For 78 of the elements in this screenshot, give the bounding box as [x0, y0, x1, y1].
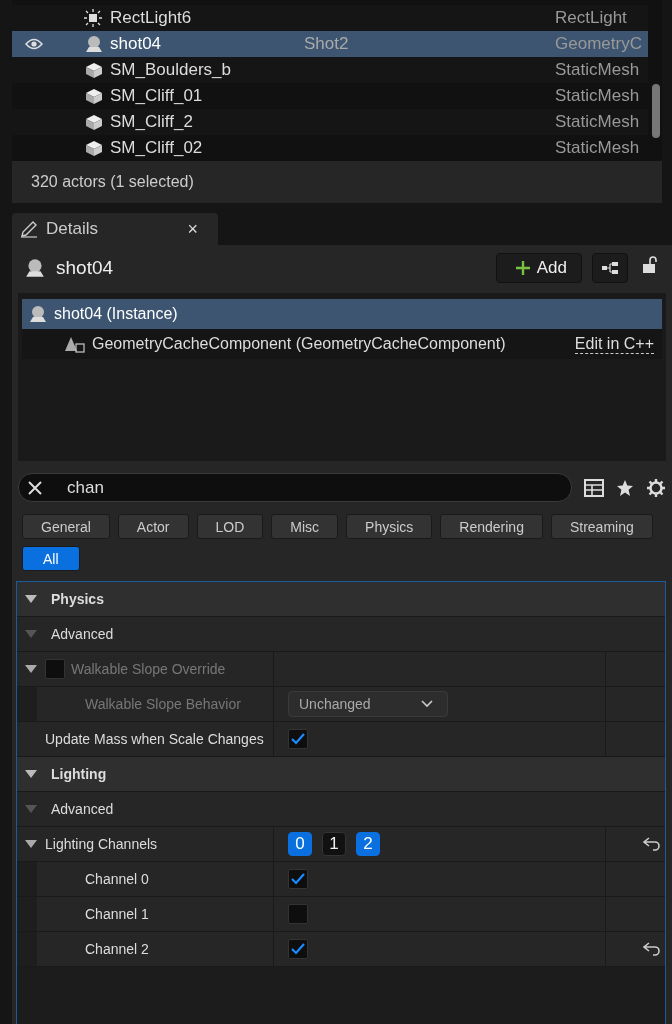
scrollbar-thumb[interactable] — [652, 84, 660, 138]
section-header[interactable]: Advanced — [51, 801, 114, 817]
add-button[interactable]: Add — [495, 253, 582, 283]
property-label: Walkable Slope Override — [71, 661, 226, 677]
checkbox[interactable] — [288, 904, 308, 924]
cube-icon — [84, 61, 104, 79]
property-label: Lighting Channels — [45, 836, 158, 852]
unlock-icon[interactable] — [642, 256, 658, 274]
outliner-row[interactable]: RectLight6 RectLight — [12, 5, 648, 31]
close-button[interactable]: × — [187, 218, 198, 240]
checkbox[interactable] — [288, 729, 308, 749]
actor-name: SM_Cliff_02 — [110, 138, 204, 158]
filter-button[interactable]: Physics — [346, 514, 433, 539]
cube-icon — [84, 139, 104, 157]
channel-toggle[interactable]: 1 — [322, 832, 346, 856]
hierarchy-button[interactable] — [592, 253, 628, 283]
actor-name: SM_Boulders_b — [110, 60, 232, 80]
actor-type: GeometryC — [555, 34, 643, 54]
settings-icon[interactable] — [646, 477, 666, 498]
property-label: Channel 0 — [85, 871, 149, 887]
actor-type: StaticMesh — [555, 112, 641, 132]
search-field[interactable]: chan — [18, 473, 572, 502]
outliner-row[interactable]: SM_Boulders_b StaticMesh — [12, 57, 648, 83]
reset-icon[interactable] — [643, 837, 661, 851]
eye-icon[interactable] — [25, 38, 43, 50]
channel-toggle[interactable]: 0 — [288, 832, 312, 856]
clear-icon[interactable] — [27, 479, 43, 496]
actor-column-text: Shot2 — [304, 34, 349, 53]
filter-button[interactable]: Misc — [271, 514, 339, 539]
property-label: Walkable Slope Behavior — [85, 696, 241, 712]
actor-name: SM_Cliff_2 — [110, 112, 194, 132]
cube-icon — [84, 113, 104, 131]
hierarchy-icon — [601, 260, 619, 276]
checkbox[interactable] — [288, 939, 308, 959]
filter-button[interactable]: General — [22, 514, 110, 539]
sphere-icon — [28, 305, 48, 323]
property-label: Channel 1 — [85, 906, 149, 922]
outliner-row[interactable]: shot04 Shot2 GeometryC — [12, 31, 648, 57]
collapse-arrow-icon[interactable] — [25, 839, 37, 849]
edit-link[interactable]: Edit in C++ — [574, 334, 654, 354]
actor-type: StaticMesh — [555, 60, 641, 80]
filter-button[interactable]: Actor — [117, 514, 189, 539]
actor-type: StaticMesh — [555, 138, 641, 158]
filter-button[interactable]: All — [22, 546, 80, 571]
actor-name: RectLight6 — [110, 8, 193, 28]
details-tab[interactable]: Details × — [12, 213, 218, 245]
actor-title: shot04 — [56, 257, 115, 279]
filter-button[interactable]: Streaming — [550, 514, 653, 539]
channel-toggle[interactable]: 2 — [356, 832, 380, 856]
section-header[interactable]: Lighting — [51, 766, 107, 782]
section-header[interactable]: Advanced — [51, 626, 114, 642]
star-icon[interactable] — [616, 478, 634, 497]
actor-name: shot04 — [110, 34, 163, 54]
filter-button[interactable]: LOD — [196, 514, 264, 539]
sphere-icon — [24, 258, 46, 278]
component-name[interactable]: GeometryCacheComponent (GeometryCacheComponent) — [92, 335, 569, 353]
outliner-row[interactable]: SM_Cliff_2 StaticMesh — [12, 109, 648, 135]
pencil-icon — [20, 220, 38, 238]
chevron-down-icon — [421, 700, 433, 708]
collapse-arrow-icon[interactable] — [25, 769, 37, 779]
cube-icon — [84, 87, 104, 105]
actor-type: StaticMesh — [555, 86, 641, 106]
plus-icon — [514, 260, 531, 276]
actor-type: RectLight — [555, 8, 628, 28]
table-icon[interactable] — [584, 478, 604, 497]
checkbox[interactable] — [288, 869, 308, 889]
property-label: Channel 2 — [85, 941, 149, 957]
collapse-arrow-icon[interactable] — [25, 594, 37, 604]
section-header[interactable]: Physics — [51, 591, 104, 607]
property-label: Update Mass when Scale Changes — [45, 731, 264, 747]
light-icon — [84, 9, 102, 27]
component-icon — [64, 335, 86, 353]
status-bar: 320 actors (1 selected) — [12, 161, 662, 203]
actor-name: SM_Cliff_01 — [110, 86, 204, 106]
component-row[interactable]: shot04 (Instance) — [22, 299, 662, 329]
sphere-icon — [84, 35, 104, 53]
filter-button[interactable]: Rendering — [440, 514, 543, 539]
reset-icon[interactable] — [643, 942, 661, 956]
